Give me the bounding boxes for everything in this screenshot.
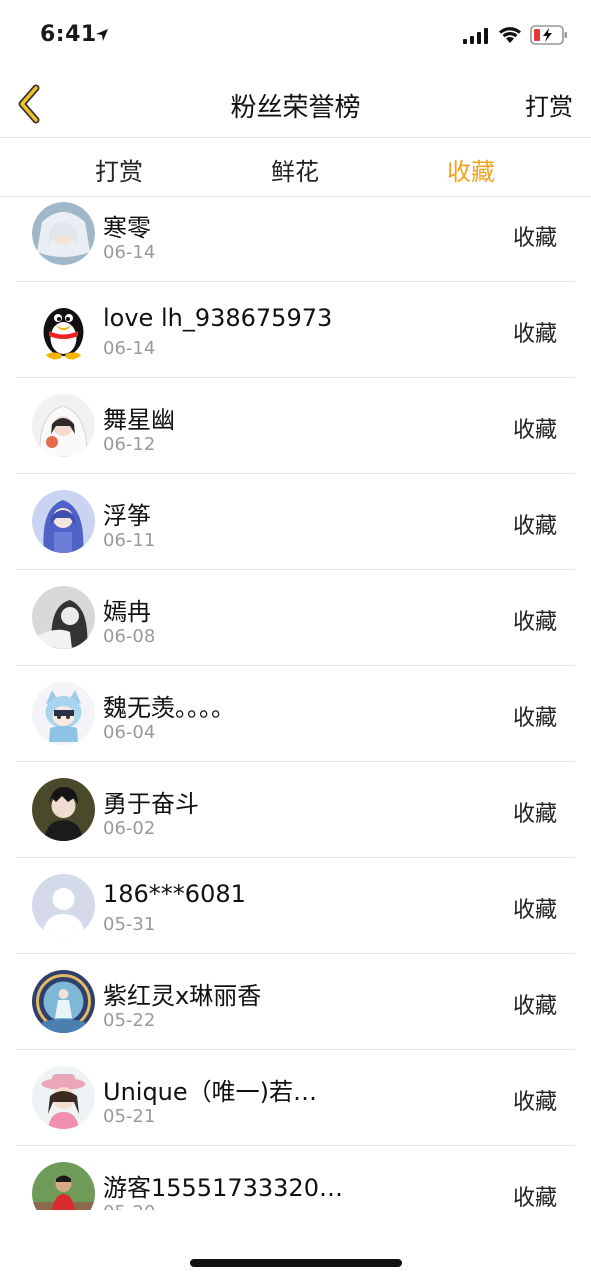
favorite-label: 收藏 bbox=[512, 418, 557, 443]
user-name: 紫红灵x琳丽香 bbox=[103, 982, 262, 1010]
reward-button[interactable]: 打赏 bbox=[525, 87, 573, 122]
date: 06-14 bbox=[103, 338, 156, 359]
home-indicator[interactable] bbox=[190, 1259, 402, 1267]
tab-flowers[interactable]: 鲜花 bbox=[235, 152, 355, 187]
list-item[interactable]: love lh_938675973 06-14 收藏 bbox=[16, 282, 575, 378]
avatar[interactable] bbox=[32, 682, 95, 745]
battery-charging-icon bbox=[530, 25, 567, 45]
default-user-avatar-icon[interactable] bbox=[32, 874, 95, 937]
avatar[interactable] bbox=[32, 1162, 95, 1210]
tab-reward[interactable]: 打赏 bbox=[59, 152, 179, 187]
list-item[interactable]: 浮筝 06-11 收藏 bbox=[16, 474, 575, 570]
avatar[interactable] bbox=[32, 202, 95, 265]
favorite-label: 收藏 bbox=[512, 226, 557, 251]
date: 05-22 bbox=[103, 1010, 156, 1031]
favorite-label: 收藏 bbox=[512, 994, 557, 1019]
user-name: 游客15551733320… bbox=[103, 1174, 343, 1202]
favorite-label: 收藏 bbox=[512, 322, 557, 347]
avatar[interactable] bbox=[32, 298, 95, 361]
date: 06-11 bbox=[103, 530, 156, 551]
date: 06-08 bbox=[103, 626, 156, 647]
user-name: Unique（唯一)若… bbox=[103, 1078, 318, 1106]
wifi-icon bbox=[499, 27, 521, 43]
avatar[interactable] bbox=[32, 1066, 95, 1129]
favorite-label: 收藏 bbox=[512, 1090, 557, 1115]
user-name: 浮筝 bbox=[103, 502, 151, 530]
date: 06-14 bbox=[103, 242, 156, 263]
avatar[interactable] bbox=[32, 586, 95, 649]
user-name: 舞星幽 bbox=[103, 406, 175, 434]
list-item[interactable]: 游客15551733320… 05-20 收藏 bbox=[16, 1146, 575, 1210]
date: 05-31 bbox=[103, 914, 156, 935]
favorite-label: 收藏 bbox=[512, 706, 557, 731]
list-item[interactable]: 嫣冉 06-08 收藏 bbox=[16, 570, 575, 666]
cellular-signal-icon bbox=[463, 28, 488, 44]
tab-favorites[interactable]: 收藏 bbox=[411, 152, 531, 187]
list-item[interactable]: 寒零 06-14 收藏 bbox=[16, 198, 575, 282]
location-arrow-icon bbox=[96, 29, 108, 41]
favorite-label: 收藏 bbox=[512, 610, 557, 635]
list-item[interactable]: 魏无羡。。。。 06-04 收藏 bbox=[16, 666, 575, 762]
date: 05-20 bbox=[103, 1202, 155, 1210]
status-time: 6:41 bbox=[40, 22, 97, 47]
date: 06-04 bbox=[103, 722, 156, 743]
favorite-label: 收藏 bbox=[512, 1186, 557, 1210]
fan-list[interactable]: 寒零 06-14 收藏 love lh_938675973 06-14 收藏 舞… bbox=[0, 198, 591, 1210]
avatar[interactable] bbox=[32, 394, 95, 457]
tab-bar: 打赏 鲜花 收藏 bbox=[0, 139, 591, 197]
date: 06-12 bbox=[103, 434, 156, 455]
user-name: 寒零 bbox=[103, 214, 151, 242]
user-name: 186***6081 bbox=[103, 880, 246, 908]
avatar[interactable] bbox=[32, 490, 95, 553]
nav-bar: 粉丝荣誉榜 打赏 bbox=[0, 70, 591, 138]
avatar[interactable] bbox=[32, 778, 95, 841]
user-name: love lh_938675973 bbox=[103, 304, 333, 332]
date: 05-21 bbox=[103, 1106, 156, 1127]
user-name: 嫣冉 bbox=[103, 598, 151, 626]
favorite-label: 收藏 bbox=[512, 898, 557, 923]
favorite-label: 收藏 bbox=[512, 514, 557, 539]
list-item[interactable]: 紫红灵x琳丽香 05-22 收藏 bbox=[16, 954, 575, 1050]
avatar[interactable] bbox=[32, 970, 95, 1033]
favorite-label: 收藏 bbox=[512, 802, 557, 827]
user-name: 勇于奋斗 bbox=[103, 790, 199, 818]
list-item[interactable]: Unique（唯一)若… 05-21 收藏 bbox=[16, 1050, 575, 1146]
user-name: 魏无羡。。。。 bbox=[103, 694, 235, 722]
date: 06-02 bbox=[103, 818, 156, 839]
list-item[interactable]: 186***6081 05-31 收藏 bbox=[16, 858, 575, 954]
list-item[interactable]: 勇于奋斗 06-02 收藏 bbox=[16, 762, 575, 858]
list-item[interactable]: 舞星幽 06-12 收藏 bbox=[16, 378, 575, 474]
status-bar: 6:41 bbox=[0, 0, 591, 70]
page-title: 粉丝荣誉榜 bbox=[230, 93, 361, 123]
